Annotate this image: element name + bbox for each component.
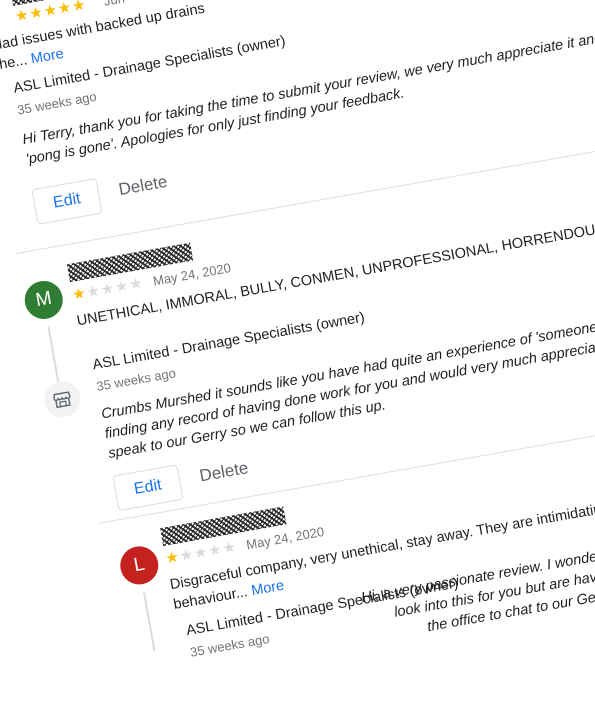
more-link[interactable]: More bbox=[250, 578, 285, 599]
review-card: M ★★★★★ May 24, 2020 UNETHICAL, IMMORAL,… bbox=[19, 142, 595, 512]
star-icon: ★ bbox=[127, 274, 146, 294]
star-icon: ★ bbox=[221, 538, 239, 558]
avatar: M bbox=[21, 277, 66, 322]
delete-reply-button[interactable]: Delete bbox=[198, 458, 250, 486]
review-date: Jun bbox=[103, 0, 126, 9]
star-icon: ★ bbox=[70, 0, 88, 16]
more-link[interactable]: More bbox=[30, 46, 65, 67]
delete-reply-button[interactable]: Delete bbox=[117, 172, 169, 200]
edit-reply-button[interactable]: Edit bbox=[31, 177, 103, 225]
avatar: L bbox=[117, 543, 162, 588]
storefront-icon bbox=[41, 378, 84, 421]
reviews-panel: ★★★★★ Jun Had issues with backed up drai… bbox=[0, 0, 595, 724]
thread-line bbox=[143, 591, 156, 652]
edit-reply-button[interactable]: Edit bbox=[112, 464, 184, 512]
